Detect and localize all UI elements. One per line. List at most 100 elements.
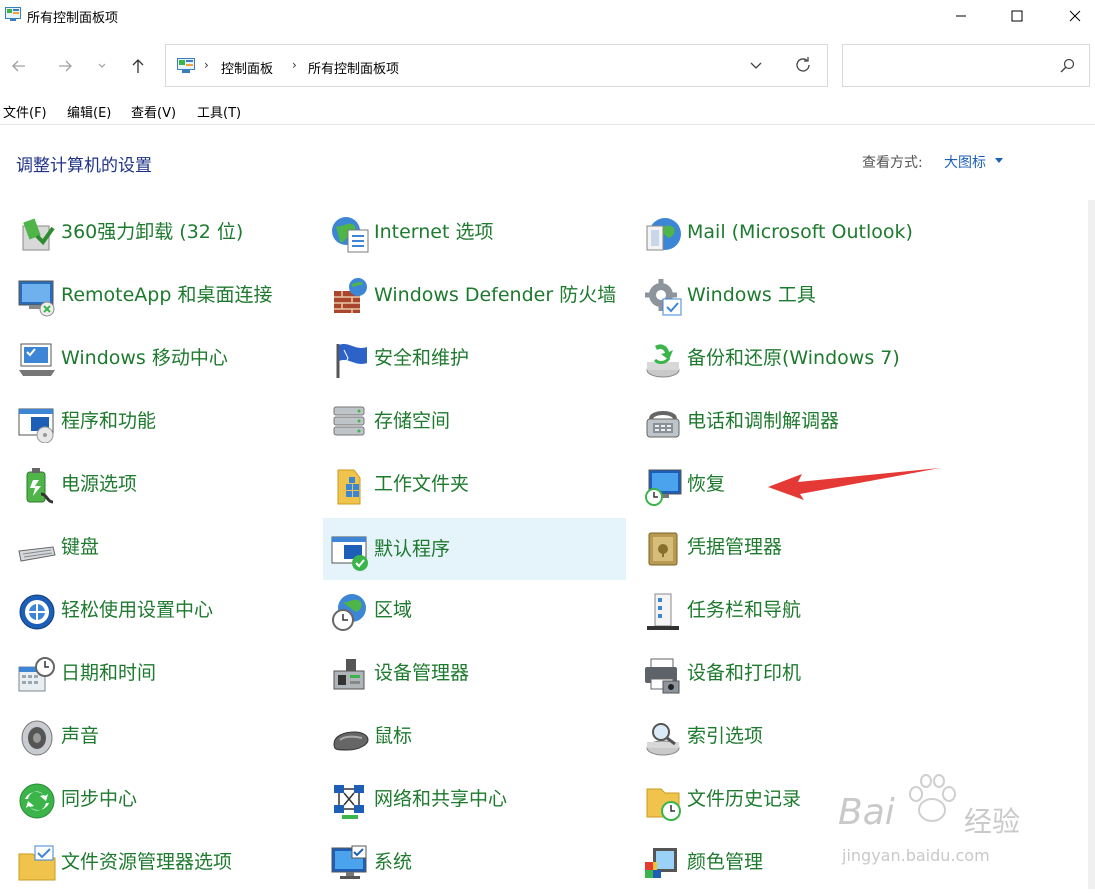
control-panel-item[interactable]: 文件资源管理器选项 <box>15 831 318 893</box>
watermark-url: jingyan.baidu.com <box>842 846 990 865</box>
chevron-down-icon[interactable] <box>749 58 763 72</box>
control-panel-item-label: 网络和共享中心 <box>374 787 508 810</box>
control-panel-item[interactable]: 区域 <box>328 579 631 641</box>
breadcrumb-separator: › <box>204 58 209 72</box>
control-panel-item[interactable]: Windows 工具 <box>641 264 944 326</box>
control-panel-item[interactable]: 程序和功能 <box>15 390 318 452</box>
control-panel-item-label: 日期和时间 <box>61 661 157 684</box>
control-panel-item[interactable]: 电源选项 <box>15 453 318 515</box>
control-panel-item[interactable]: RemoteApp 和桌面连接 <box>15 264 318 326</box>
control-panel-item-label: 声音 <box>61 724 100 747</box>
control-panel-item[interactable]: 存储空间 <box>328 390 631 452</box>
control-panel-item[interactable]: 键盘 <box>15 516 318 578</box>
menu-view[interactable]: 查看(V) <box>131 102 176 121</box>
control-panel-item[interactable]: 索引选项 <box>641 705 944 767</box>
control-panel-item[interactable]: 360强力卸载 (32 位) <box>15 201 318 263</box>
control-panel-item-label: 轻松使用设置中心 <box>61 598 214 621</box>
control-panel-item-label: 程序和功能 <box>61 409 157 432</box>
page-title: 调整计算机的设置 <box>16 156 152 176</box>
file-history-icon <box>646 788 681 821</box>
close-button[interactable] <box>1049 0 1095 32</box>
control-panel-item-label: RemoteApp 和桌面连接 <box>61 283 273 306</box>
printer-icon <box>645 658 680 694</box>
work-folders-icon <box>337 469 361 505</box>
divider <box>0 124 1095 125</box>
control-panel-item[interactable]: 备份和还原(Windows 7) <box>641 327 944 389</box>
arrow-right-icon <box>59 60 72 72</box>
speaker-icon <box>21 720 53 756</box>
control-panel-item[interactable]: 网络和共享中心 <box>328 768 631 830</box>
control-panel-item-label: 同步中心 <box>61 787 138 810</box>
control-panel-item-label: 区域 <box>374 598 413 621</box>
control-panel-item-label: 360强力卸载 (32 位) <box>61 220 244 243</box>
scrollbar[interactable] <box>1088 200 1095 889</box>
minimize-icon <box>956 15 966 17</box>
back-button[interactable] <box>7 54 31 78</box>
power-icon <box>26 468 54 504</box>
refresh-icon[interactable] <box>794 56 812 74</box>
control-panel-item[interactable]: 同步中心 <box>15 768 318 830</box>
control-panel-icon <box>5 7 21 21</box>
address-bar[interactable]: › 控制面板 › 所有控制面板项 <box>165 44 828 87</box>
breadcrumb-control-panel[interactable]: 控制面板 <box>221 58 273 77</box>
firewall-icon <box>334 278 367 313</box>
control-panel-item[interactable]: 任务栏和导航 <box>641 579 944 641</box>
control-panel-item[interactable]: 鼠标 <box>328 705 631 767</box>
uninstall-icon <box>22 218 55 251</box>
search-input[interactable] <box>842 44 1090 87</box>
recovery-icon <box>645 469 682 506</box>
arrow-up-icon <box>132 59 144 73</box>
backup-icon <box>646 344 680 378</box>
control-panel-icon <box>177 58 195 73</box>
control-panel-item[interactable]: 设备管理器 <box>328 642 631 704</box>
control-panel-item[interactable]: 电话和调制解调器 <box>641 390 944 452</box>
remote-desktop-icon <box>18 280 55 317</box>
security-flag-icon <box>336 344 367 378</box>
network-icon <box>334 785 364 819</box>
minimize-button[interactable] <box>935 0 987 32</box>
sync-icon <box>19 783 55 819</box>
control-panel-item[interactable]: 设备和打印机 <box>641 642 944 704</box>
control-panel-item-label: 键盘 <box>61 535 100 558</box>
control-panel-item[interactable]: 日期和时间 <box>15 642 318 704</box>
recent-locations-button[interactable] <box>90 54 114 78</box>
folder-options-icon <box>18 845 56 881</box>
storage-icon <box>333 406 365 436</box>
control-panel-item-label: Windows Defender 防火墙 <box>374 283 617 306</box>
watermark-brand-cn: 经验 <box>964 805 1021 838</box>
paw-logo-icon <box>909 774 956 822</box>
phone-modem-icon <box>646 411 680 438</box>
control-panel-item[interactable]: 轻松使用设置中心 <box>15 579 318 641</box>
control-panel-item[interactable]: 声音 <box>15 705 318 767</box>
forward-button[interactable] <box>53 54 77 78</box>
date-time-icon <box>18 657 55 692</box>
arrow-left-icon <box>12 60 25 72</box>
control-panel-item[interactable]: 工作文件夹 <box>328 453 631 515</box>
control-panel-item-label: 鼠标 <box>374 724 413 747</box>
control-panel-item[interactable]: 默认程序 <box>323 518 626 580</box>
control-panel-item[interactable]: 凭据管理器 <box>641 516 944 578</box>
control-panel-item[interactable]: 安全和维护 <box>328 327 631 389</box>
up-button[interactable] <box>126 54 150 78</box>
view-by-dropdown[interactable]: 大图标 <box>944 152 986 172</box>
caret-down-icon[interactable] <box>995 158 1003 163</box>
control-panel-item-label: 系统 <box>374 850 413 873</box>
menu-tools[interactable]: 工具(T) <box>197 102 241 121</box>
maximize-button[interactable] <box>991 0 1043 32</box>
system-icon <box>331 845 367 879</box>
control-panel-item-label: 存储空间 <box>374 409 451 432</box>
control-panel-item[interactable]: 系统 <box>328 831 631 893</box>
control-panel-item[interactable]: Windows Defender 防火墙 <box>328 264 631 326</box>
control-panel-item-label: 默认程序 <box>374 537 451 560</box>
default-programs-icon <box>331 536 368 571</box>
control-panel-item-label: Windows 工具 <box>687 283 816 306</box>
device-manager-icon <box>333 659 365 690</box>
breadcrumb-all-items[interactable]: 所有控制面板项 <box>308 58 399 77</box>
menu-file[interactable]: 文件(F) <box>3 102 47 121</box>
programs-icon <box>18 408 54 443</box>
control-panel-item[interactable]: Mail (Microsoft Outlook) <box>641 201 944 263</box>
control-panel-item[interactable]: Internet 选项 <box>328 201 631 263</box>
search-icon <box>1060 58 1075 73</box>
menu-edit[interactable]: 编辑(E) <box>67 102 111 121</box>
control-panel-item[interactable]: Windows 移动中心 <box>15 327 318 389</box>
